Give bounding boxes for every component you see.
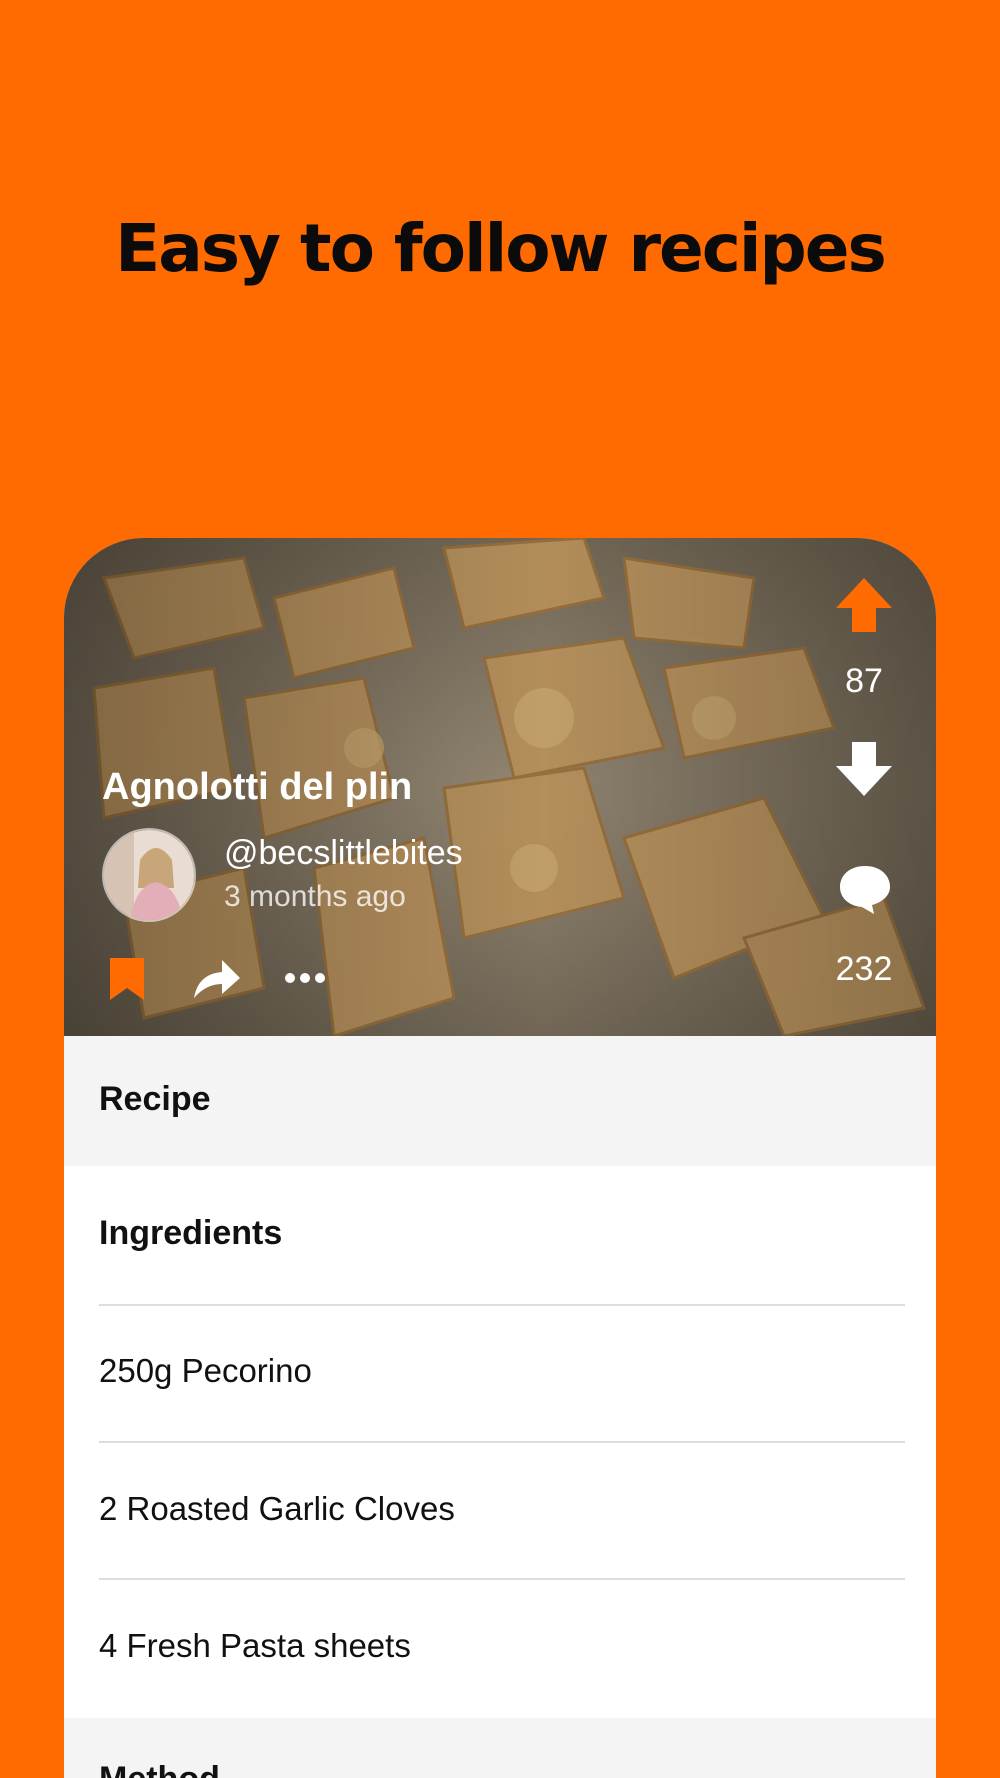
upvote-icon[interactable]: [834, 576, 894, 634]
comment-icon[interactable]: [838, 864, 892, 916]
recipe-section-label: Recipe: [99, 1080, 211, 1118]
share-icon[interactable]: [192, 958, 242, 1000]
more-icon[interactable]: [284, 968, 326, 988]
recipe-card: Agnolotti del plin @becslittlebites 3 mo…: [64, 538, 936, 1778]
ingredient-item: 250g Pecorino: [99, 1352, 312, 1389]
ingredients-heading: Ingredients: [99, 1214, 283, 1252]
ingredient-item: 2 Roasted Garlic Cloves: [99, 1490, 455, 1527]
comment-count: 232: [835, 950, 893, 988]
bookmark-icon[interactable]: [106, 956, 148, 1002]
posted-time: 3 months ago: [224, 880, 406, 913]
ingredient-item: 4 Fresh Pasta sheets: [99, 1627, 411, 1664]
divider: [99, 1578, 905, 1580]
recipe-section-header: Recipe: [64, 1036, 936, 1166]
method-section-label: Method: [99, 1760, 220, 1778]
method-section-header: Method: [64, 1718, 936, 1778]
author-handle[interactable]: @becslittlebites: [224, 834, 463, 873]
downvote-icon[interactable]: [834, 740, 894, 798]
headline: Easy to follow recipes: [115, 210, 887, 287]
recipe-hero-image[interactable]: Agnolotti del plin @becslittlebites 3 mo…: [64, 538, 936, 1036]
recipe-title[interactable]: Agnolotti del plin: [102, 766, 412, 809]
author-avatar-image: [104, 830, 194, 920]
divider: [99, 1441, 905, 1443]
avatar[interactable]: [102, 828, 196, 922]
divider: [99, 1304, 905, 1306]
vote-count: 87: [845, 662, 883, 700]
